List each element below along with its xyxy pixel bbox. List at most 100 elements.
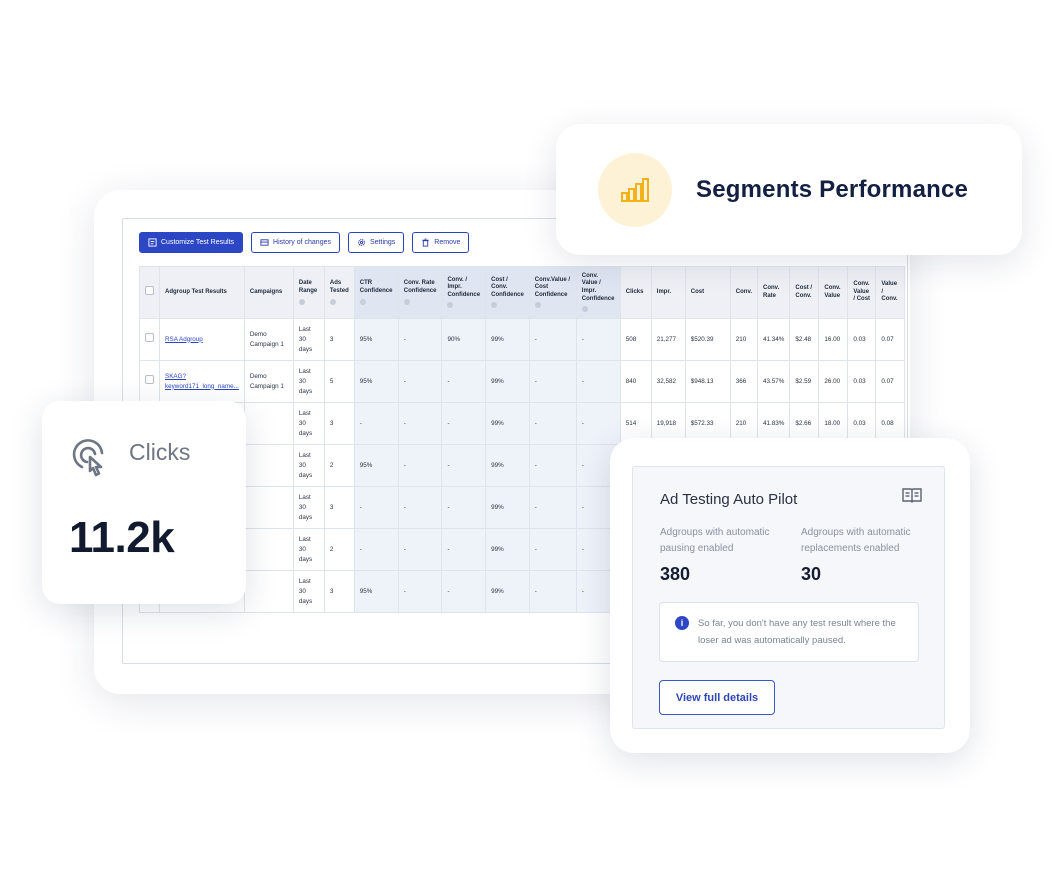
column-header[interactable]: Conv. (729, 266, 759, 319)
info-icon[interactable] (359, 298, 366, 305)
column-header-label: CTR Confidence (359, 280, 393, 294)
autopilot-panel: Ad Testing Auto Pilot Adgroups with auto… (632, 466, 945, 729)
cell-value: 16.00 (824, 335, 841, 343)
column-header[interactable]: Conv. Rate (757, 266, 791, 319)
column-header[interactable]: Conv.Value / Cost Confidence (528, 266, 577, 319)
autopilot-title: Ad Testing Auto Pilot (660, 491, 798, 508)
column-header[interactable]: Conv. Value / Cost (847, 266, 877, 319)
info-icon[interactable] (534, 302, 541, 309)
column-header-label: Cost / Conv. (795, 284, 813, 299)
cell-value: 43.57% (763, 377, 785, 385)
cell-value: - (447, 545, 450, 553)
view-full-details-button[interactable]: View full details (659, 680, 775, 715)
info-icon[interactable] (298, 298, 305, 305)
column-header[interactable]: CTR Confidence (353, 266, 399, 319)
cell-value: - (403, 503, 406, 511)
table-cell: $2.59 (789, 360, 820, 403)
table-cell: - (441, 570, 487, 613)
column-header-label: Ads Tested (329, 280, 349, 294)
table-cell: Last 30 days (292, 402, 325, 445)
column-header[interactable]: Ads Tested (323, 266, 355, 319)
table-cell: 95% (353, 360, 399, 403)
column-header[interactable]: Cost / Conv. Confidence (485, 266, 530, 319)
table-cell: 0.03 (847, 318, 877, 361)
settings-button[interactable]: Settings (348, 232, 405, 253)
cell-value: - (581, 587, 584, 595)
cell-value: $520.39 (690, 335, 714, 343)
table-cell: 99% (485, 402, 530, 445)
cell-value: 0.03 (853, 419, 866, 427)
column-header[interactable]: Cost / Conv. (789, 266, 820, 319)
table-cell (243, 486, 294, 529)
row-checkbox[interactable] (145, 375, 154, 384)
column-header-label: Conv. / Impr. Confidence (447, 276, 481, 298)
info-icon[interactable] (403, 298, 410, 305)
cell-value: 0.07 (881, 335, 894, 343)
select-all-checkbox[interactable] (145, 286, 154, 296)
cell-value: 95% (359, 335, 373, 343)
table-cell: - (575, 402, 621, 445)
history-label: History of changes (273, 239, 331, 246)
cell-value: 5 (329, 377, 334, 385)
cell-value: 3 (329, 335, 334, 343)
column-header[interactable]: Impr. (650, 266, 686, 319)
table-row[interactable]: RSA Adgroup Demo Campaign 1 Last 30 days 3 9… (139, 318, 906, 361)
cell-value: Last 30 days (298, 451, 313, 479)
cell-value: 2 (329, 545, 334, 553)
table-cell: - (397, 318, 443, 361)
row-select-cell (139, 360, 160, 403)
history-of-changes-button[interactable]: History of changes (251, 232, 340, 253)
table-cell: 508 (619, 318, 652, 361)
gear-icon (358, 239, 365, 246)
pausing-label: Adgroups with automatic pausing enabled (660, 527, 770, 554)
cell-value: - (581, 419, 584, 427)
column-header[interactable]: Conv. / Impr. Confidence (441, 266, 487, 319)
table-cell: - (528, 318, 577, 361)
cell-value: - (581, 545, 584, 553)
table-cell: $520.39 (684, 318, 731, 361)
info-icon: i (675, 616, 689, 630)
table-cell[interactable]: RSA Adgroup (159, 318, 245, 361)
row-checkbox[interactable] (145, 333, 154, 342)
table-cell: 26.00 (818, 360, 849, 403)
column-header[interactable]: Value / Conv. (875, 266, 906, 319)
column-header[interactable]: Conv. Value / Impr. Confidence (575, 266, 621, 319)
cell-value: Last 30 days (298, 535, 313, 563)
cell-value: - (581, 377, 584, 385)
cell-value: - (447, 503, 450, 511)
adgroup-link[interactable]: SKAG? keyword171_long_name... (165, 373, 239, 390)
table-cell: 99% (485, 486, 530, 529)
segments-performance-card[interactable]: Segments Performance (556, 124, 1022, 255)
toolbar: Customize Test Results History of change… (139, 232, 470, 253)
table-cell[interactable]: SKAG? keyword171_long_name... (159, 360, 245, 403)
cell-value: - (534, 377, 537, 385)
book-icon[interactable] (902, 487, 922, 504)
column-header[interactable]: Conv. Rate Confidence (397, 266, 443, 319)
info-icon[interactable] (447, 302, 454, 309)
column-header[interactable]: Adgroup Test Results (159, 266, 245, 319)
info-icon[interactable] (581, 306, 588, 313)
column-header[interactable]: Clicks (619, 266, 652, 319)
table-cell: - (528, 360, 577, 403)
column-header[interactable]: Conv. Value (818, 266, 849, 319)
customize-test-results-button[interactable]: Customize Test Results (139, 232, 244, 253)
cell-value: 210 (735, 335, 747, 343)
cell-value: 26.00 (824, 377, 841, 385)
column-header[interactable]: Cost (684, 266, 731, 319)
column-header[interactable]: Date Range (292, 266, 325, 319)
cell-value: 95% (359, 461, 373, 469)
cell-value: - (581, 335, 584, 343)
table-cell: - (397, 486, 443, 529)
remove-button[interactable]: Remove (412, 232, 470, 253)
cell-value: 366 (735, 377, 747, 385)
table-cell: - (397, 570, 443, 613)
info-icon[interactable] (491, 302, 498, 309)
adgroup-link[interactable]: RSA Adgroup (165, 336, 203, 343)
table-row[interactable]: SKAG? keyword171_long_name... Demo Campai… (139, 360, 906, 403)
cell-value: Last 30 days (298, 577, 313, 605)
cell-value: - (534, 335, 537, 343)
autopilot-card: Ad Testing Auto Pilot Adgroups with auto… (610, 438, 970, 753)
info-icon[interactable] (329, 298, 336, 305)
column-header[interactable]: Campaigns (243, 266, 294, 319)
settings-label: Settings (370, 239, 396, 246)
